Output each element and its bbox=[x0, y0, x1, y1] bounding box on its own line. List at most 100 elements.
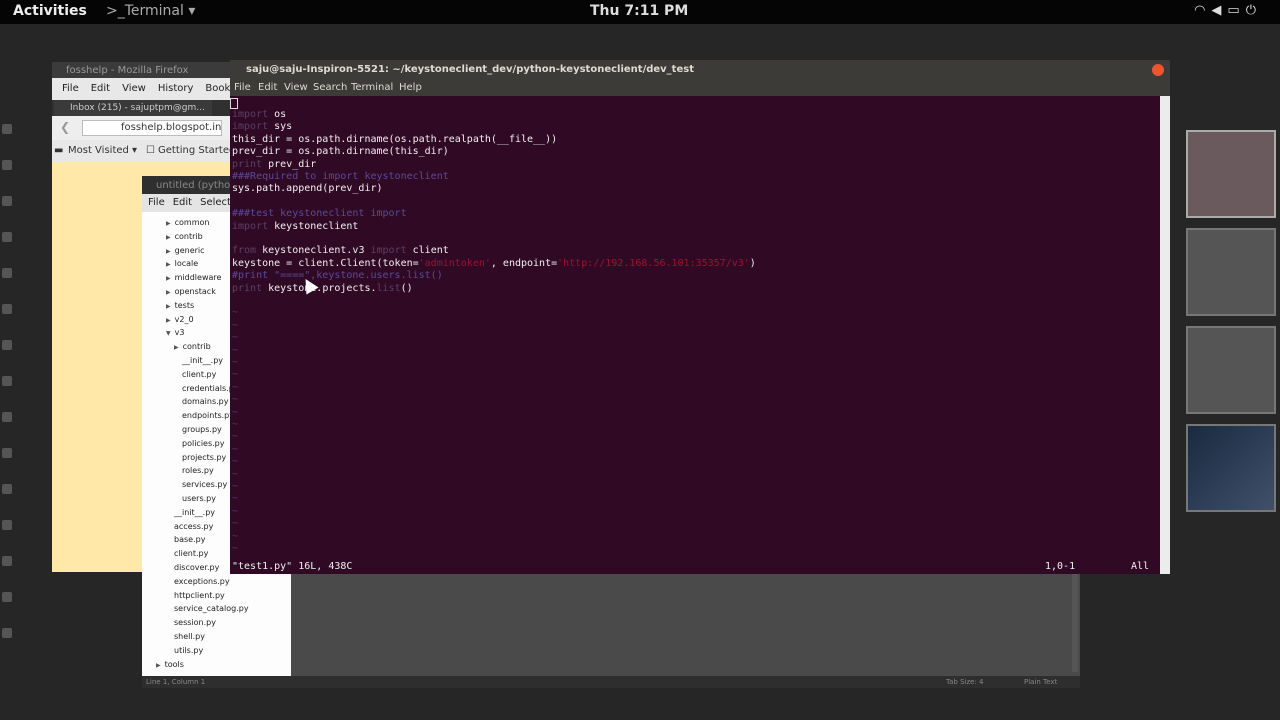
dash-app-icon[interactable] bbox=[2, 484, 12, 494]
gedit-menu-file[interactable]: File bbox=[148, 197, 165, 208]
battery-icon[interactable]: ▭ bbox=[1227, 3, 1245, 18]
tree-arrow-icon[interactable]: ▶ bbox=[166, 275, 171, 282]
gedit-menu-selection[interactable]: Selecti bbox=[200, 197, 234, 208]
gedit-status-tabsize[interactable]: Tab Size: 4 bbox=[946, 678, 983, 686]
tree-file[interactable]: exceptions.py bbox=[166, 577, 230, 586]
tree-item-label: locale bbox=[174, 259, 199, 269]
tree-arrow-icon[interactable]: ▶ bbox=[166, 220, 171, 227]
tree-file[interactable]: shell.py bbox=[166, 632, 205, 641]
tree-file[interactable]: endpoints.py bbox=[174, 411, 234, 420]
bookmark-most-visited[interactable]: Most Visited ▾ bbox=[68, 145, 137, 156]
terminal-window[interactable]: saju@saju-Inspiron-5521: ~/keystoneclien… bbox=[230, 60, 1170, 574]
firefox-tab[interactable]: Inbox (215) - sajuptpm@gm... bbox=[54, 100, 212, 116]
firefox-menu-edit[interactable]: Edit bbox=[91, 83, 110, 94]
tree-arrow-icon[interactable]: ▶ bbox=[166, 289, 171, 296]
system-tray[interactable]: ◠◀▭⏻ bbox=[1194, 3, 1262, 18]
dash-app-icon[interactable] bbox=[2, 520, 12, 530]
tree-arrow-icon[interactable]: ▼ bbox=[166, 330, 171, 337]
tree-arrow-icon[interactable]: ▶ bbox=[166, 248, 171, 255]
tree-arrow-icon[interactable]: ▶ bbox=[166, 234, 171, 241]
vim-tilde: ~ bbox=[232, 468, 239, 480]
tree-folder[interactable]: ▶ locale bbox=[166, 259, 198, 268]
tree-file[interactable]: groups.py bbox=[174, 425, 222, 434]
terminal-menu-search[interactable]: Search bbox=[313, 82, 347, 93]
tree-folder[interactable]: ▼ v3 bbox=[166, 328, 184, 337]
tree-file[interactable]: access.py bbox=[166, 522, 213, 531]
tree-file[interactable]: httpclient.py bbox=[166, 591, 225, 600]
tree-file[interactable]: utils.py bbox=[166, 646, 203, 655]
terminal-menu-help[interactable]: Help bbox=[399, 82, 422, 93]
tree-folder[interactable]: ▶ middleware bbox=[166, 273, 221, 282]
dash-app-icon[interactable] bbox=[2, 592, 12, 602]
dash-app-icon[interactable] bbox=[2, 628, 12, 638]
gedit-scrollbar[interactable] bbox=[1072, 572, 1078, 672]
tree-file[interactable]: policies.py bbox=[174, 439, 224, 448]
tree-folder[interactable]: ▶ tools bbox=[156, 660, 184, 669]
tree-arrow-icon[interactable]: ▶ bbox=[166, 303, 171, 310]
terminal-menu-view[interactable]: View bbox=[284, 82, 308, 93]
app-menu[interactable]: >_Terminal ▾ bbox=[106, 3, 195, 19]
dash-app-icon[interactable] bbox=[2, 268, 12, 278]
dash-app-icon[interactable] bbox=[2, 160, 12, 170]
dash-app-icon[interactable] bbox=[2, 196, 12, 206]
tree-file[interactable]: client.py bbox=[166, 549, 208, 558]
tree-folder[interactable]: ▶ contrib bbox=[174, 342, 211, 351]
workspace-thumbnail[interactable] bbox=[1186, 130, 1276, 218]
wifi-icon[interactable]: ◠ bbox=[1194, 3, 1211, 18]
url-bar[interactable]: fosshelp.blogspot.in bbox=[82, 120, 222, 136]
tree-folder[interactable]: ▶ tests bbox=[166, 301, 194, 310]
firefox-menu-file[interactable]: File bbox=[62, 83, 79, 94]
tree-file[interactable]: users.py bbox=[174, 494, 216, 503]
workspace-thumbnail[interactable] bbox=[1186, 228, 1276, 316]
tree-file[interactable]: roles.py bbox=[174, 466, 214, 475]
dash-app-icon[interactable] bbox=[2, 340, 12, 350]
gedit-menu-edit[interactable]: Edit bbox=[173, 197, 192, 208]
dash-app-icon[interactable] bbox=[2, 412, 12, 422]
firefox-menu-view[interactable]: View bbox=[122, 83, 146, 94]
terminal-screen[interactable]: "test1.py" 16L, 438C 1,0-1 All import os… bbox=[230, 96, 1160, 574]
dash-app-icon[interactable] bbox=[2, 556, 12, 566]
dash-app-icon[interactable] bbox=[2, 376, 12, 386]
workspace-thumbnail[interactable] bbox=[1186, 326, 1276, 414]
tree-arrow-icon[interactable]: ▶ bbox=[174, 344, 179, 351]
dash-app-icon[interactable] bbox=[2, 304, 12, 314]
tree-file[interactable]: services.py bbox=[174, 480, 227, 489]
tree-folder[interactable]: ▶ contrib bbox=[166, 232, 203, 241]
back-arrow-icon[interactable]: ❮ bbox=[60, 120, 70, 134]
tree-file[interactable]: discover.py bbox=[166, 563, 219, 572]
tree-file[interactable]: client.py bbox=[174, 370, 216, 379]
tree-arrow-icon[interactable]: ▶ bbox=[156, 662, 161, 669]
tree-folder[interactable]: ▶ generic bbox=[166, 246, 205, 255]
terminal-scrollbar[interactable] bbox=[1160, 96, 1170, 574]
tree-file[interactable]: base.py bbox=[166, 535, 205, 544]
terminal-menu-terminal[interactable]: Terminal bbox=[351, 82, 393, 93]
tree-file[interactable]: projects.py bbox=[174, 453, 226, 462]
terminal-menu-file[interactable]: File bbox=[234, 82, 251, 93]
power-icon[interactable]: ⏻ bbox=[1246, 3, 1262, 18]
bookmark-getting-started[interactable]: Getting Started bbox=[158, 145, 235, 156]
workspace-thumbnail[interactable] bbox=[1186, 424, 1276, 512]
tree-file[interactable]: __init__.py bbox=[166, 508, 215, 517]
tree-arrow-icon[interactable]: ▶ bbox=[166, 261, 171, 268]
tree-folder[interactable]: ▶ v2_0 bbox=[166, 315, 194, 324]
firefox-menu-history[interactable]: History bbox=[158, 83, 194, 94]
tree-file[interactable]: domains.py bbox=[174, 397, 228, 406]
dash-app-icon[interactable] bbox=[2, 232, 12, 242]
volume-icon[interactable]: ◀ bbox=[1211, 3, 1227, 18]
tree-file[interactable]: service_catalog.py bbox=[166, 604, 249, 613]
activities-button[interactable]: Activities bbox=[13, 3, 87, 19]
terminal-titlebar[interactable]: saju@saju-Inspiron-5521: ~/keystoneclien… bbox=[230, 60, 1170, 80]
terminal-menu-edit[interactable]: Edit bbox=[258, 82, 277, 93]
tree-item-label: shell.py bbox=[174, 632, 205, 641]
tree-folder[interactable]: ▶ common bbox=[166, 218, 209, 227]
tree-file[interactable]: credentials.p bbox=[174, 384, 234, 393]
tree-arrow-icon[interactable]: ▶ bbox=[166, 317, 171, 324]
dash-app-icon[interactable] bbox=[2, 124, 12, 134]
tree-file[interactable]: __init__.py bbox=[174, 356, 223, 365]
dash-app-icon[interactable] bbox=[2, 448, 12, 458]
gedit-status-language[interactable]: Plain Text bbox=[1024, 678, 1057, 686]
close-icon[interactable] bbox=[1152, 64, 1164, 76]
tree-folder[interactable]: ▶ openstack bbox=[166, 287, 216, 296]
tree-file[interactable]: session.py bbox=[166, 618, 216, 627]
clock[interactable]: Thu 7:11 PM bbox=[590, 3, 688, 19]
